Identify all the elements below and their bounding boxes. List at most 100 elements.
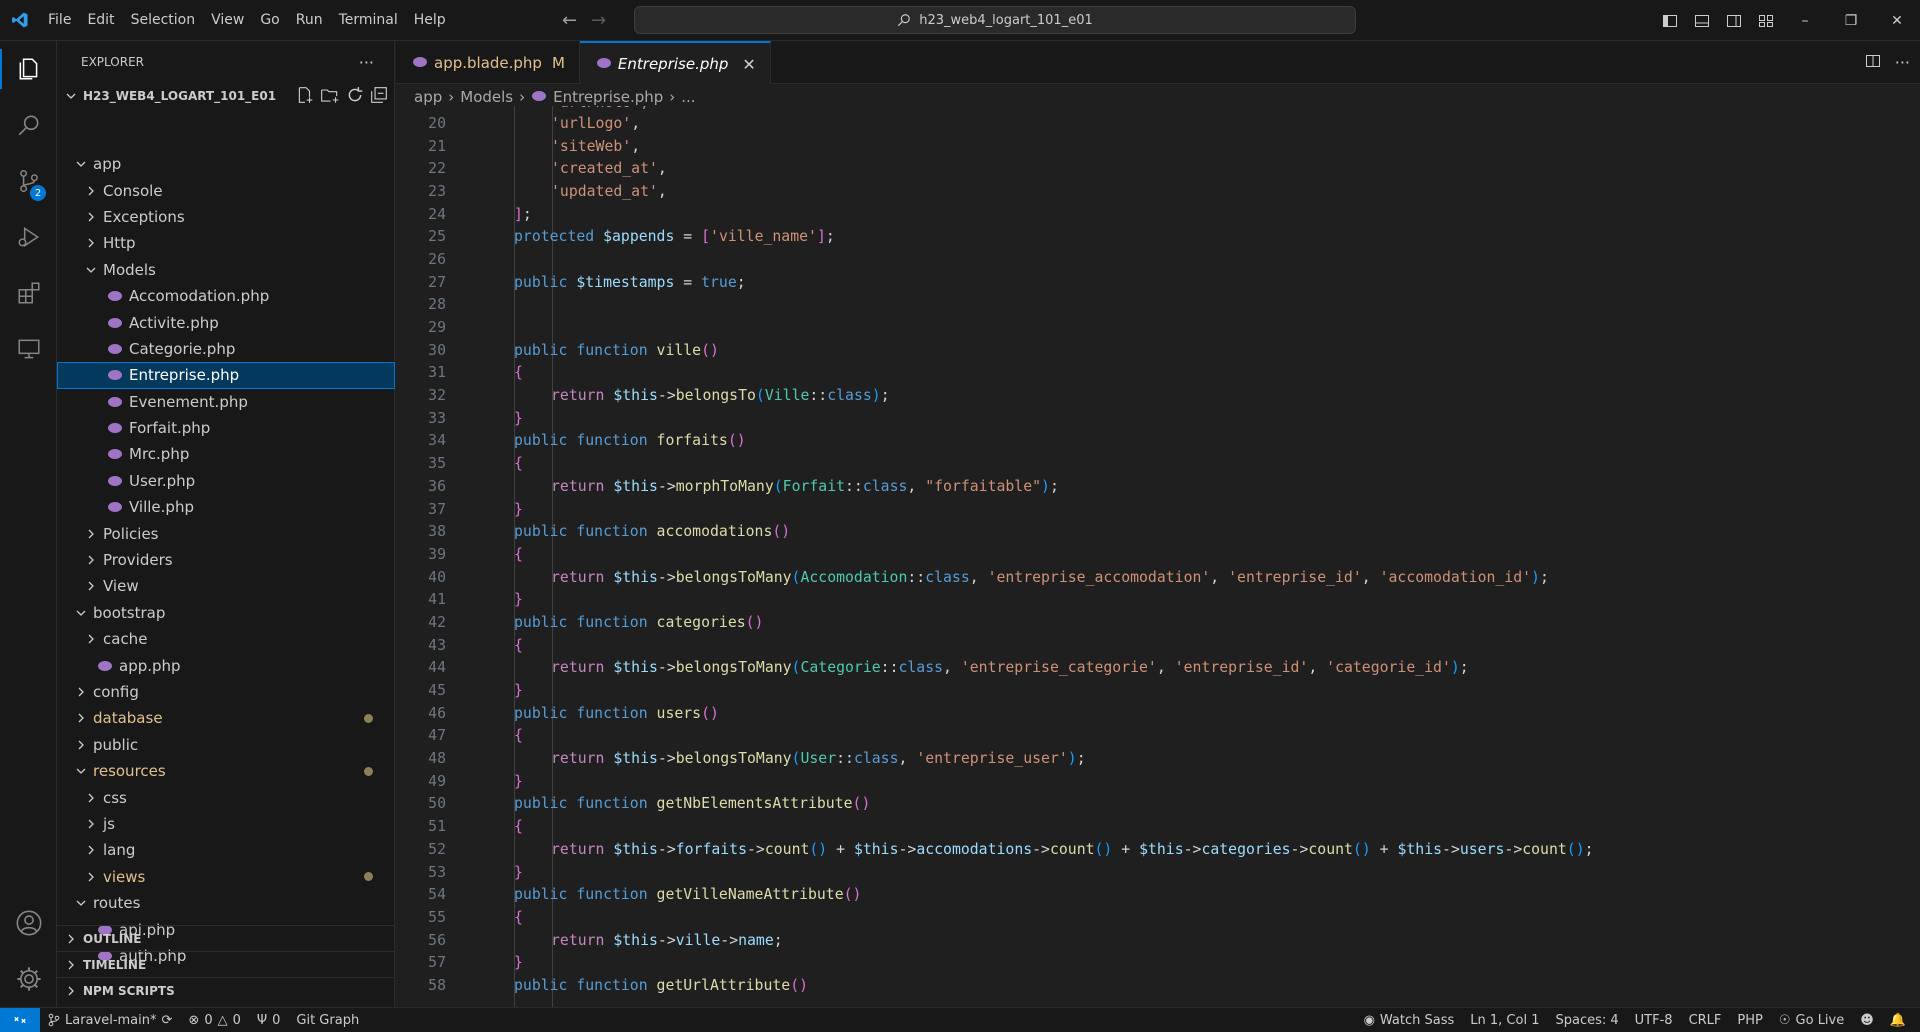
tree-file[interactable]: Evenement.php [57, 389, 395, 415]
outline-section[interactable]: OUTLINE [57, 925, 395, 951]
remote-explorer-icon[interactable] [0, 321, 57, 377]
tree-folder[interactable]: View [57, 573, 395, 599]
tree-folder[interactable]: database [57, 705, 395, 731]
tree-folder[interactable]: bootstrap [57, 600, 395, 626]
indentation[interactable]: Spaces: 4 [1547, 1008, 1626, 1032]
menu-view[interactable]: View [203, 0, 252, 41]
refresh-icon[interactable] [346, 86, 364, 107]
tree-folder[interactable]: Models [57, 257, 395, 283]
tree-file[interactable]: Categorie.php [57, 336, 395, 362]
code-token: -> [747, 840, 765, 858]
toggle-secondary-sidebar-icon[interactable] [1718, 0, 1750, 41]
search-icon[interactable] [0, 97, 57, 153]
tree-file[interactable]: Entreprise.php [57, 362, 395, 389]
source-control-icon[interactable]: 2 [0, 153, 57, 209]
tree-folder[interactable]: Providers [57, 547, 395, 573]
code-token: -> [657, 840, 676, 858]
go-live-button[interactable]: ☉ Go Live [1771, 1008, 1852, 1032]
code-token: () [701, 704, 719, 722]
tree-folder[interactable]: resources [57, 758, 395, 784]
npm-scripts-section[interactable]: NPM SCRIPTS [57, 977, 395, 1003]
warning-count: 0 [232, 1012, 241, 1028]
menu-run[interactable]: Run [288, 0, 331, 41]
new-folder-icon[interactable] [320, 86, 340, 107]
tree-folder[interactable]: routes [57, 890, 395, 916]
tree-file[interactable]: Accomodation.php [57, 283, 395, 309]
tab-entreprise[interactable]: Entreprise.php ✕ [579, 41, 771, 85]
tree-folder[interactable]: app [57, 151, 395, 177]
sync-icon[interactable]: ⟳ [162, 1013, 173, 1028]
menu-selection[interactable]: Selection [123, 0, 204, 41]
tree-file[interactable]: Forfait.php [57, 415, 395, 441]
command-center-search[interactable]: h23_web4_logart_101_e01 [634, 6, 1356, 34]
encoding[interactable]: UTF-8 [1627, 1008, 1681, 1032]
remote-indicator-icon[interactable] [0, 1007, 40, 1032]
cursor-position[interactable]: Ln 1, Col 1 [1462, 1008, 1547, 1032]
command-center-text: h23_web4_logart_101_e01 [919, 12, 1093, 28]
collapse-all-icon[interactable] [370, 86, 388, 107]
split-editor-icon[interactable] [1865, 53, 1881, 73]
tree-folder[interactable]: views [57, 864, 395, 890]
account-icon[interactable] [0, 895, 57, 951]
watch-sass-button[interactable]: ◉ Watch Sass [1356, 1008, 1463, 1032]
tree-folder[interactable]: config [57, 679, 395, 705]
tree-folder[interactable]: Console [57, 177, 395, 203]
breadcrumb-item[interactable]: ... [681, 88, 695, 106]
tree-file[interactable]: Mrc.php [57, 441, 395, 467]
more-actions-icon[interactable]: ··· [1895, 53, 1910, 72]
customize-layout-icon[interactable] [1750, 0, 1782, 41]
menu-edit[interactable]: Edit [79, 0, 122, 41]
restore-icon[interactable]: ❐ [1828, 0, 1874, 41]
menu-go[interactable]: Go [252, 0, 287, 41]
tree-folder[interactable]: Http [57, 230, 395, 256]
breadcrumb-item[interactable]: app [414, 88, 442, 106]
tree-folder[interactable]: lang [57, 837, 395, 863]
menu-terminal[interactable]: Terminal [331, 0, 406, 41]
activity-bar: 2 [0, 41, 57, 1007]
tree-file[interactable]: User.php [57, 468, 395, 494]
tree-file[interactable]: Activite.php [57, 309, 395, 335]
tree-file[interactable]: app.php [57, 652, 395, 678]
menu-file[interactable]: File [40, 0, 79, 41]
tree-folder[interactable]: cache [57, 626, 395, 652]
tree-folder[interactable]: Policies [57, 520, 395, 546]
forward-arrow-icon[interactable]: → [591, 10, 606, 31]
new-file-icon[interactable] [296, 86, 314, 107]
breadcrumb-item[interactable]: Models [460, 88, 513, 106]
workspace-header[interactable]: H23_WEB4_LOGART_101_E01 [57, 83, 394, 109]
explorer-icon[interactable] [0, 41, 57, 97]
back-arrow-icon[interactable]: ← [562, 10, 577, 31]
problems-status[interactable]: ⊗ 0 △ 0 [180, 1008, 248, 1032]
close-window-icon[interactable]: ✕ [1874, 0, 1920, 41]
extensions-icon[interactable] [0, 265, 57, 321]
code-editor[interactable]: 19'urlPhoto',20'urlLogo',21'siteWeb',22'… [396, 106, 1920, 1007]
end-of-line[interactable]: CRLF [1681, 1008, 1730, 1032]
line-number: 21 [428, 137, 446, 155]
language-mode[interactable]: PHP [1729, 1008, 1770, 1032]
code-token: ; [1539, 568, 1549, 586]
close-tab-icon[interactable]: ✕ [742, 55, 755, 74]
tree-folder[interactable]: css [57, 784, 395, 810]
copilot-icon[interactable]: ☻ [1852, 1008, 1882, 1032]
toggle-primary-sidebar-icon[interactable] [1654, 0, 1686, 41]
tab-app-blade[interactable]: app.blade.php M [396, 41, 580, 84]
breadcrumb-item[interactable]: Entreprise.php [553, 88, 663, 106]
tree-folder[interactable]: Exceptions [57, 204, 395, 230]
code-line: 50 public function getNbElementsAttribute… [396, 793, 1920, 816]
timeline-section[interactable]: TIMELINE [57, 951, 395, 977]
run-debug-icon[interactable] [0, 209, 57, 265]
menu-help[interactable]: Help [406, 0, 454, 41]
settings-gear-icon[interactable] [0, 951, 57, 1007]
minimize-icon[interactable]: – [1782, 0, 1828, 41]
branch-status[interactable]: Laravel-main* ⟳ [40, 1008, 180, 1032]
git-graph-button[interactable]: Git Graph [288, 1008, 367, 1032]
notifications-bell-icon[interactable]: 🔔 [1882, 1008, 1914, 1032]
tree-folder[interactable]: js [57, 811, 395, 837]
explorer-more-icon[interactable]: ··· [359, 53, 374, 72]
tree-file[interactable]: Ville.php [57, 494, 395, 520]
code-token: , [1210, 568, 1229, 586]
chevron-right-icon: › [669, 88, 676, 106]
toggle-panel-icon[interactable] [1686, 0, 1718, 41]
tree-folder[interactable]: public [57, 732, 395, 758]
ports-status[interactable]: Ψ 0 [249, 1008, 289, 1032]
